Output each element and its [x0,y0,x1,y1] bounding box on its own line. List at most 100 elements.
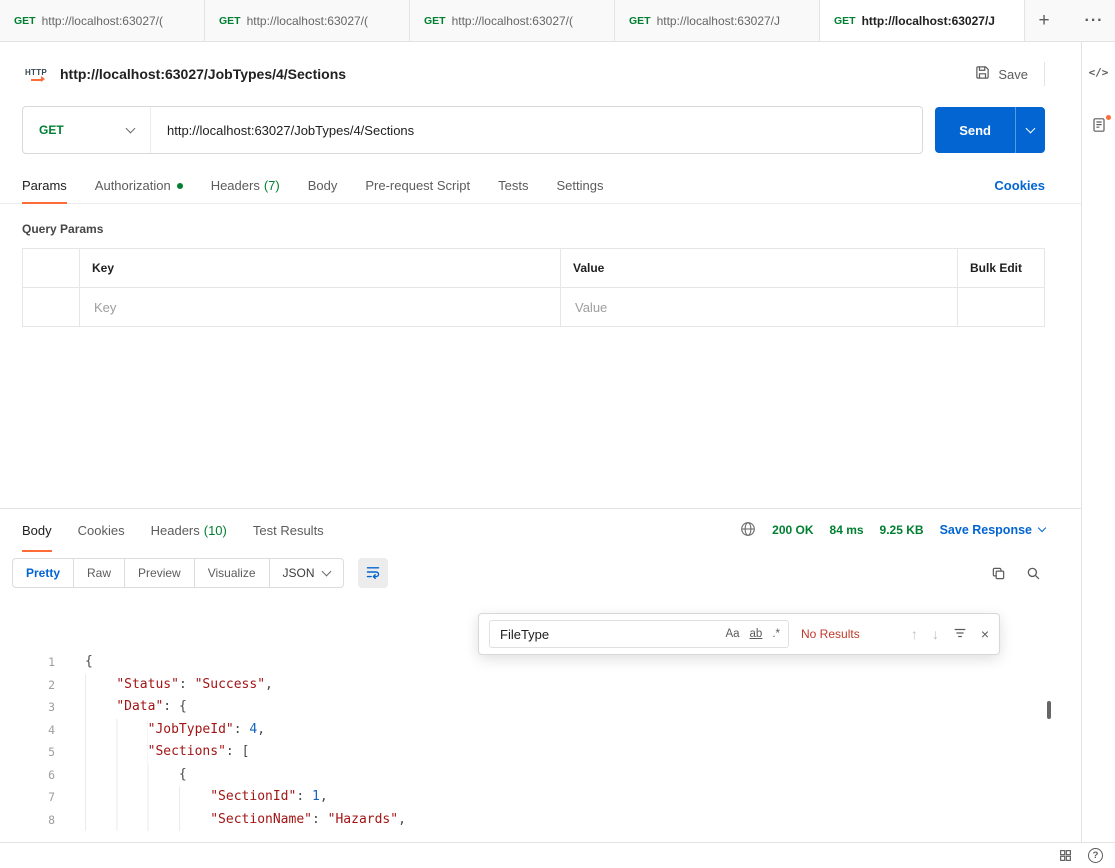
chevron-down-icon [321,566,331,576]
tab-body-label: Body [308,178,338,193]
http-request-icon: HTTP [22,60,50,88]
response-tab-body[interactable]: Body [22,509,52,551]
response-size: 9.25 KB [880,523,924,537]
send-options-button[interactable] [1015,107,1045,153]
request-tab-1[interactable]: GET http://localhost:63027/( [0,0,205,41]
save-response-button[interactable]: Save Response [940,523,1045,537]
response-meta: 200 OK 84 ms 9.25 KB Save Response [740,521,1045,540]
save-button-label: Save [998,67,1028,82]
bulk-edit-button[interactable]: Bulk Edit [958,249,1044,287]
tab-url-label: http://localhost:63027/J [657,14,780,28]
response-tab-headers-label: Headers [151,523,200,538]
json-colon: : [179,677,195,692]
json-colon: : [226,744,242,759]
tab-headers-label: Headers [211,178,260,193]
method-select[interactable]: GET [23,107,151,153]
tab-authorization[interactable]: Authorization [95,168,183,203]
regex-toggle[interactable]: .* [772,628,780,640]
response-tab-cookies[interactable]: Cookies [78,509,125,551]
view-raw-button[interactable]: Raw [74,559,125,587]
network-globe-icon[interactable] [740,521,756,540]
tab-tests[interactable]: Tests [498,168,528,203]
response-tabs: Body Cookies Headers (10) Test Results 2… [0,509,1081,551]
response-pane: Body Cookies Headers (10) Test Results 2… [0,508,1081,842]
search-response-icon[interactable] [1026,566,1041,581]
more-tabs-button[interactable]: ··· [1073,0,1115,41]
format-select[interactable]: JSON [270,559,343,587]
search-options-icon[interactable] [953,626,967,643]
json-value: { [179,699,187,714]
view-pretty-button[interactable]: Pretty [13,559,74,587]
tab-settings[interactable]: Settings [556,168,603,203]
wrap-lines-icon [365,564,381,583]
save-button[interactable]: Save [975,62,1045,86]
request-subtabs: Params Authorization Headers (7) Body Pr… [0,168,1081,204]
save-response-label: Save Response [940,523,1032,537]
tab-body[interactable]: Body [308,168,338,203]
json-comma: , [265,677,273,692]
send-button[interactable]: Send [935,107,1015,153]
tab-headers[interactable]: Headers (7) [211,168,280,203]
code-snippet-icon[interactable]: </> [1089,66,1109,79]
json-value: { [85,654,93,669]
key-input[interactable] [92,299,548,316]
tab-params[interactable]: Params [22,168,67,203]
request-tab-5-active[interactable]: GET http://localhost:63027/J [820,0,1025,41]
json-comma: , [398,812,406,827]
wrap-lines-toggle[interactable] [358,558,388,588]
response-tab-headers[interactable]: Headers (10) [151,509,227,551]
json-key: "SectionId" [210,789,296,804]
panes-layout-icon[interactable] [1059,849,1072,862]
request-tab-3[interactable]: GET http://localhost:63027/( [410,0,615,41]
tab-settings-label: Settings [556,178,603,193]
whole-word-toggle[interactable]: ab [750,628,763,640]
line-number: 2 [0,674,55,697]
method-label: GET [39,123,64,137]
copy-response-icon[interactable] [991,566,1006,581]
json-colon: : [296,789,312,804]
help-icon[interactable]: ? [1088,848,1103,863]
close-search-icon[interactable]: × [981,626,989,642]
code-line: 6 { [0,764,1065,787]
search-input[interactable] [498,626,715,643]
tab-method-label: GET [424,15,446,27]
json-key: "Status" [116,677,179,692]
key-cell [80,288,561,326]
response-time: 84 ms [830,523,864,537]
code-line: 4 "JobTypeId": 4, [0,719,1065,742]
value-column-header: Value [561,249,958,287]
search-field: Aa ab .* [489,620,789,648]
next-match-button[interactable]: ↓ [932,626,939,642]
request-tab-4[interactable]: GET http://localhost:63027/J [615,0,820,41]
main-area: HTTP http://localhost:63027/JobTypes/4/S… [0,42,1081,842]
value-input[interactable] [573,299,945,316]
row-selector-header-cell [23,249,80,287]
json-comma: , [320,789,328,804]
line-number: 6 [0,764,55,787]
status-badge: 200 OK [772,523,813,537]
row-actions-cell [958,288,1044,326]
code-line: 5 "Sections": [ [0,741,1065,764]
response-tab-test-results[interactable]: Test Results [253,509,324,551]
indent [85,674,116,697]
code-line: 7 "SectionId": 1, [0,786,1065,809]
json-key: "SectionName" [210,812,312,827]
view-visualize-button[interactable]: Visualize [195,559,270,587]
match-case-toggle[interactable]: Aa [725,628,739,640]
view-preview-button[interactable]: Preview [125,559,195,587]
right-sidebar: </> [1081,42,1115,842]
cookies-link[interactable]: Cookies [994,178,1045,193]
previous-match-button[interactable]: ↑ [911,626,918,642]
save-icon [975,65,990,83]
json-colon: : [234,722,250,737]
json-value: "Success" [195,677,265,692]
tab-pre-request-script[interactable]: Pre-request Script [365,168,470,203]
tab-authorization-label: Authorization [95,178,171,193]
query-params-table: Key Value Bulk Edit [22,248,1045,327]
documentation-icon[interactable] [1091,117,1107,136]
request-tab-2[interactable]: GET http://localhost:63027/( [205,0,410,41]
url-input[interactable] [151,107,922,153]
tab-url-label: http://localhost:63027/( [452,14,573,28]
add-tab-button[interactable]: + [1025,0,1063,41]
response-scrollbar[interactable] [1047,701,1051,719]
